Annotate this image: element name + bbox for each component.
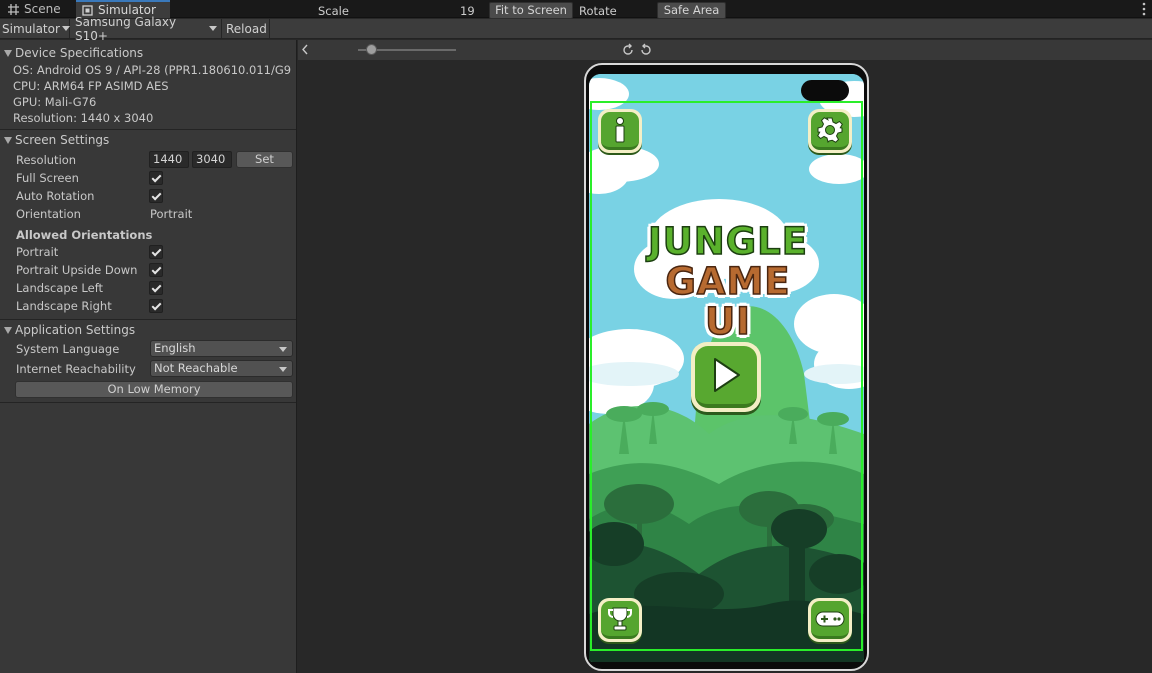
device-specs-header: Device Specifications xyxy=(15,46,144,60)
landscape-left-label: Landscape Left xyxy=(16,281,104,295)
camera-cutout xyxy=(801,80,849,101)
info-icon xyxy=(615,116,625,142)
divider xyxy=(0,319,296,320)
scale-slider-thumb[interactable] xyxy=(366,44,377,55)
auto-rotation-label: Auto Rotation xyxy=(16,189,95,203)
rotate-label: Rotate xyxy=(579,3,617,18)
settings-panel: Device Specifications OS: Android OS 9 /… xyxy=(0,40,297,673)
orientation-label: Orientation xyxy=(16,207,81,221)
landscape-right-checkbox[interactable] xyxy=(149,299,163,313)
device-os: OS: Android OS 9 / API-28 (PPR1.180610.0… xyxy=(13,63,292,77)
mode-dropdown[interactable]: Simulator xyxy=(0,19,70,38)
simulator-toolbar: Simulator Samsung Galaxy S10+ Reload xyxy=(0,15,1152,43)
device-dropdown[interactable]: Samsung Galaxy S10+ xyxy=(71,15,222,43)
device-dropdown-label: Samsung Galaxy S10+ xyxy=(75,14,177,43)
landscape-left-checkbox[interactable] xyxy=(149,281,163,295)
allowed-orientations-header: Allowed Orientations xyxy=(16,228,153,242)
resolution-height-field[interactable]: 3040 xyxy=(192,151,232,168)
portrait-label: Portrait xyxy=(16,245,59,259)
system-language-select[interactable]: English xyxy=(150,340,293,357)
tab-scene-label: Scene xyxy=(24,2,61,16)
game-title-logo: JUNGLE GAME UI xyxy=(636,220,820,343)
trophy-icon xyxy=(608,607,632,630)
chevron-down-icon xyxy=(279,367,287,372)
settings-button[interactable] xyxy=(808,109,852,153)
grid-icon xyxy=(8,3,19,15)
chevron-down-icon xyxy=(61,26,70,31)
chevron-down-icon xyxy=(209,26,217,31)
safe-area-button[interactable]: Safe Area xyxy=(657,2,726,19)
full-screen-label: Full Screen xyxy=(16,171,79,185)
chevron-down-icon xyxy=(279,347,287,352)
rotate-left-icon[interactable] xyxy=(621,43,635,57)
fit-to-screen-button[interactable]: Fit to Screen xyxy=(489,2,573,19)
internet-reachability-label: Internet Reachability xyxy=(16,362,136,376)
gamepad-icon xyxy=(815,611,845,626)
system-language-value: English xyxy=(154,341,196,355)
portrait-upside-down-label: Portrait Upside Down xyxy=(16,263,138,277)
portrait-checkbox[interactable] xyxy=(149,245,163,259)
full-screen-checkbox[interactable] xyxy=(149,171,163,185)
internet-reachability-select[interactable]: Not Reachable xyxy=(150,360,293,377)
triangle-down-icon xyxy=(4,326,12,334)
divider xyxy=(0,129,296,130)
internet-reachability-value: Not Reachable xyxy=(154,361,238,375)
leaderboard-button[interactable] xyxy=(598,598,642,642)
device-cpu: CPU: ARM64 FP ASIMD AES xyxy=(13,79,169,93)
resolution-label: Resolution xyxy=(16,153,77,167)
tab-scene[interactable]: Scene xyxy=(2,0,74,18)
application-settings-header: Application Settings xyxy=(15,323,136,337)
auto-rotation-checkbox[interactable] xyxy=(149,189,163,203)
divider xyxy=(0,402,296,403)
chevron-left-icon[interactable] xyxy=(301,44,309,55)
screen-settings-foldout[interactable]: Screen Settings xyxy=(4,133,109,147)
scale-value: 19 xyxy=(460,3,475,18)
play-icon xyxy=(714,358,740,392)
more-options-icon[interactable] xyxy=(1142,2,1146,16)
screen-settings-header: Screen Settings xyxy=(15,133,110,147)
resolution-width-field[interactable]: 1440 xyxy=(149,151,189,168)
mode-dropdown-label: Simulator xyxy=(2,21,60,36)
device-gpu: GPU: Mali-G76 xyxy=(13,95,97,109)
reload-button[interactable]: Reload xyxy=(223,19,270,38)
gear-icon xyxy=(817,116,843,143)
triangle-down-icon xyxy=(4,136,12,144)
scale-label: Scale xyxy=(318,3,349,18)
set-resolution-button[interactable]: Set xyxy=(236,151,293,168)
landscape-right-label: Landscape Right xyxy=(16,299,112,313)
application-settings-foldout[interactable]: Application Settings xyxy=(4,323,135,337)
reload-button-label: Reload xyxy=(226,21,267,36)
portrait-upside-down-checkbox[interactable] xyxy=(149,263,163,277)
on-low-memory-button[interactable]: On Low Memory xyxy=(15,381,293,398)
play-button[interactable] xyxy=(691,342,761,412)
info-button[interactable] xyxy=(598,109,642,153)
device-specs-foldout[interactable]: Device Specifications xyxy=(4,46,143,60)
game-title-line2: GAME UI xyxy=(665,260,791,343)
device-resolution: Resolution: 1440 x 3040 xyxy=(13,111,154,125)
rotate-right-icon[interactable] xyxy=(639,43,653,57)
triangle-down-icon xyxy=(4,49,12,57)
system-language-label: System Language xyxy=(16,342,120,356)
orientation-value: Portrait xyxy=(150,207,193,221)
games-button[interactable] xyxy=(808,598,852,642)
game-title-line1: JUNGLE xyxy=(647,220,808,263)
